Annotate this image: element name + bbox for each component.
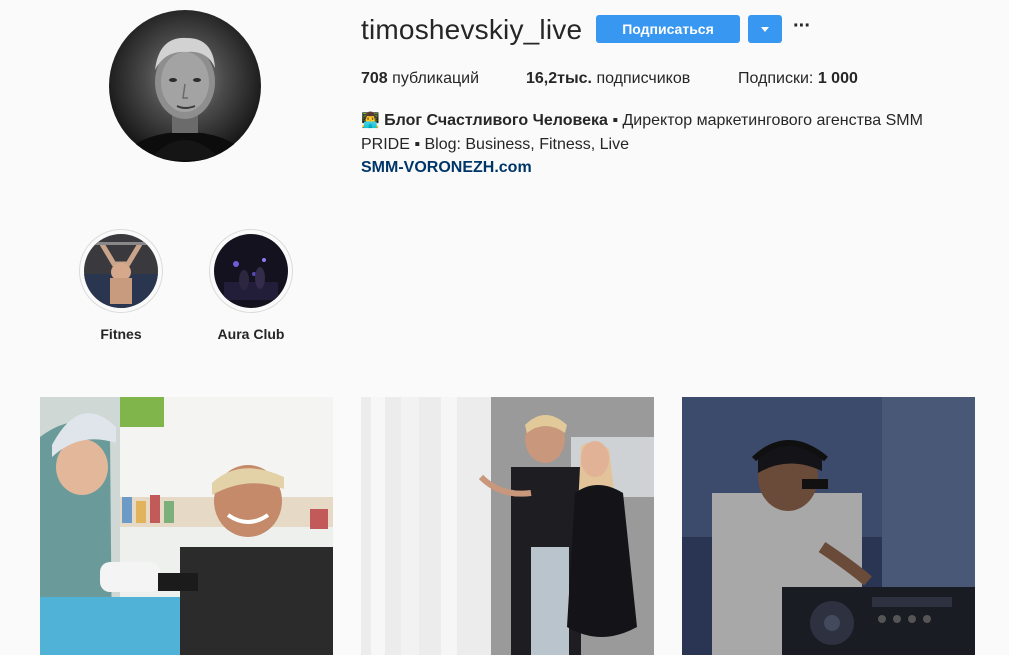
profile-bio: 👨‍💻 Блог Счастливого Человека ▪ Директор… — [361, 109, 961, 157]
highlight-label: Fitnes — [100, 326, 142, 342]
bio-website-link[interactable]: SMM-VORONEZH.com — [361, 157, 532, 179]
post-thumbnail[interactable] — [682, 397, 975, 655]
bio-text-line-1: ▪ Директор маркетингового агенства SMM — [607, 112, 923, 129]
following-stat[interactable]: Подписки: 1 000 — [738, 69, 858, 89]
post-thumbnail[interactable] — [40, 397, 333, 655]
following-label: Подписки: — [738, 70, 814, 87]
technologist-emoji: 👨‍💻 — [361, 112, 380, 129]
post-thumbnail[interactable] — [361, 397, 654, 655]
highlight-cover-aura-club — [214, 234, 288, 308]
followers-label: подписчиков — [596, 70, 691, 87]
posts-label: публикаций — [392, 70, 480, 87]
follow-button[interactable]: Подписаться — [596, 15, 740, 43]
highlight-aura-club[interactable]: Aura Club — [209, 229, 293, 342]
profile-avatar[interactable] — [109, 10, 261, 162]
posts-stat: 708 публикаций — [361, 69, 479, 89]
suggestions-dropdown-button[interactable] — [748, 15, 782, 43]
bio-text-line-2: PRIDE ▪ Blog: Business, Fitness, Live — [361, 136, 629, 153]
posts-count: 708 — [361, 70, 388, 87]
highlight-ring — [79, 229, 163, 313]
followers-count: 16,2тыс. — [526, 70, 592, 87]
highlight-ring — [209, 229, 293, 313]
followers-stat[interactable]: 16,2тыс. подписчиков — [526, 69, 690, 89]
highlight-fitnes[interactable]: Fitnes — [79, 229, 163, 342]
avatar-photo — [125, 37, 245, 162]
highlight-label: Aura Club — [217, 326, 285, 342]
following-count: 1 000 — [817, 70, 858, 87]
bio-title: Блог Счастливого Человека — [384, 112, 608, 129]
chevron-down-icon — [761, 26, 769, 32]
profile-username: timoshevskiy_live — [361, 14, 583, 45]
highlight-cover-fitnes — [84, 234, 158, 308]
more-options-icon[interactable]: ··· — [793, 16, 811, 38]
